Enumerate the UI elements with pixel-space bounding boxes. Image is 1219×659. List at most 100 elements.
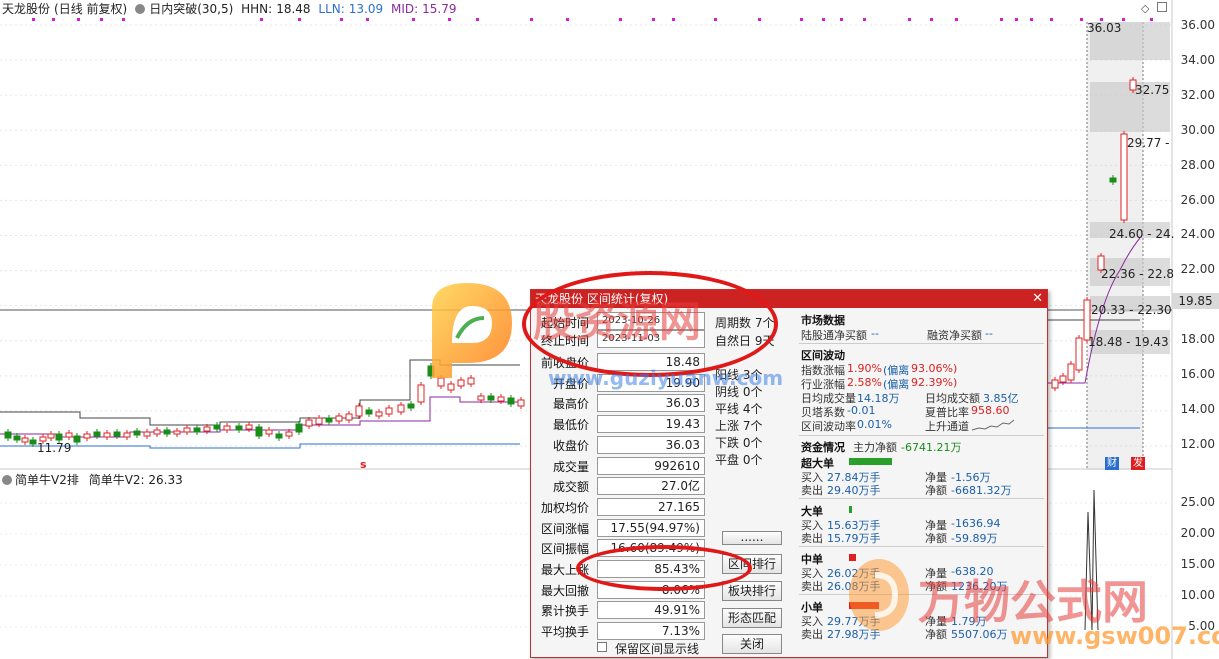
period-stat-item: 平线 4个 bbox=[715, 402, 763, 416]
period-stat-item: 周期数 7个 bbox=[715, 316, 775, 330]
y-axis-label: 26.00 bbox=[1180, 192, 1215, 207]
signal-dot bbox=[412, 18, 415, 21]
tag-cai[interactable]: 财 bbox=[1105, 457, 1119, 470]
dialog-title-bar[interactable]: 天龙股份 区间统计(复权) ✕ bbox=[531, 290, 1047, 308]
candle-body bbox=[255, 426, 263, 437]
signal-dot bbox=[100, 18, 103, 21]
period-stat-item: 阴线 0个 bbox=[715, 385, 763, 399]
diamond-icon[interactable]: ◇ bbox=[1141, 2, 1149, 15]
tag-fa[interactable]: 发 bbox=[1131, 457, 1145, 470]
candle-body bbox=[223, 425, 231, 431]
range-stats-dialog: 天龙股份 区间统计(复权) ✕ 起始时间 2023-10-26 终止时间 202… bbox=[530, 289, 1048, 658]
more-button[interactable]: ...... bbox=[722, 531, 782, 545]
signal-dot bbox=[298, 18, 301, 21]
divider bbox=[799, 435, 1044, 436]
margin-value: -- bbox=[985, 327, 993, 340]
signal-dot bbox=[822, 18, 825, 21]
channel-trend-icon bbox=[971, 419, 1015, 431]
close-button[interactable]: 关闭 bbox=[722, 634, 782, 654]
volatility-title: 区间波动 bbox=[801, 349, 845, 362]
signal-dot bbox=[530, 18, 533, 21]
candle-body bbox=[73, 435, 81, 443]
candle-body bbox=[497, 396, 505, 402]
divider bbox=[799, 594, 1044, 595]
margin-label: 融资净买额 bbox=[927, 329, 982, 342]
candle-body bbox=[477, 395, 485, 401]
candle-body bbox=[305, 419, 313, 427]
y-axis-label: 34.00 bbox=[1180, 52, 1215, 67]
lower-toggle-icon[interactable] bbox=[2, 475, 12, 485]
indicator-toggle-icon[interactable] bbox=[135, 4, 146, 14]
signal-dot bbox=[758, 18, 761, 21]
signal-dot bbox=[863, 18, 866, 21]
candle-body bbox=[47, 433, 55, 439]
sell-label: 卖出 bbox=[801, 532, 823, 545]
stock-name: 天龙股份 bbox=[2, 2, 51, 16]
stat-field-label: 成交量 bbox=[552, 459, 589, 474]
net-amt-value: -59.89万 bbox=[951, 532, 998, 545]
candle-body bbox=[295, 423, 303, 433]
y-axis-label: 16.00 bbox=[1180, 367, 1215, 381]
stat-field-value: 19.43 bbox=[597, 415, 705, 434]
y-axis-lower-label: 25.00 bbox=[1180, 495, 1215, 509]
signal-dot bbox=[955, 18, 958, 21]
keep-line-checkbox[interactable] bbox=[597, 642, 607, 652]
period-stat-item: 上涨 7个 bbox=[715, 419, 763, 433]
candle-body bbox=[417, 384, 425, 403]
stat-field-value: 16.60(89.49%) bbox=[597, 539, 705, 558]
stat-field-value: 49.91% bbox=[597, 601, 705, 620]
signal-dot bbox=[566, 18, 569, 21]
candle-body bbox=[385, 407, 393, 415]
fund-group-bar bbox=[849, 458, 892, 465]
lower-series-label: 简单牛V2: bbox=[88, 473, 145, 487]
candle-body bbox=[325, 417, 333, 423]
end-time-field[interactable]: 2023-11-03 bbox=[597, 330, 705, 348]
hhn-value: 18.48 bbox=[276, 2, 311, 16]
indicator-name[interactable]: 日内突破(30,5) bbox=[149, 2, 233, 16]
low-price-label: 11.79 bbox=[37, 441, 72, 455]
dialog-title: 天龙股份 区间统计(复权) bbox=[535, 292, 669, 306]
start-time-label: 起始时间 bbox=[540, 316, 589, 330]
y-axis-label: 18.00 bbox=[1180, 332, 1215, 347]
stat-field-value: 18.48 bbox=[597, 353, 705, 371]
period-label: (日线 前复权) bbox=[54, 2, 128, 16]
lln-value: 13.09 bbox=[348, 2, 384, 16]
candle-body bbox=[193, 427, 201, 433]
candle-body bbox=[365, 409, 373, 415]
pattern-match-button[interactable]: 形态匹配 bbox=[722, 608, 782, 628]
net-amt-label: 净额 bbox=[925, 532, 947, 545]
mid-value: 15.79 bbox=[422, 2, 457, 16]
signal-s-mark: s bbox=[360, 458, 367, 471]
close-icon[interactable]: ✕ bbox=[1032, 290, 1043, 308]
range-rank-button[interactable]: 区间排行 bbox=[722, 554, 782, 574]
stat-field-value: 7.13% bbox=[597, 622, 705, 641]
candle-body bbox=[29, 439, 37, 445]
vol-rate-label: 区间波动率 bbox=[801, 420, 856, 433]
stat-field-label: 加权均价 bbox=[540, 500, 589, 515]
signal-dot bbox=[652, 18, 655, 21]
candle-body bbox=[1083, 299, 1091, 341]
maximize-icon[interactable] bbox=[1157, 2, 1167, 12]
chart-header: 天龙股份 (日线 前复权) 日内突破(30,5) HHN: 18.48 LLN: 13.… bbox=[2, 0, 461, 18]
sector-rank-button[interactable]: 板块排行 bbox=[722, 581, 782, 601]
candle-body bbox=[203, 426, 211, 432]
signal-dot bbox=[619, 18, 622, 21]
candle-body bbox=[487, 395, 495, 401]
candle-body bbox=[1109, 177, 1117, 183]
stats-right-panel: 市场数据 陆股通净买额 -- 融资净买额 -- 区间波动 指数涨幅 1.90% … bbox=[799, 310, 1044, 655]
keep-line-label: 保留区间显示线 bbox=[615, 642, 700, 656]
ind-dev-value: 92.39%) bbox=[911, 376, 958, 389]
stat-field-label: 最大回撤 bbox=[540, 583, 589, 598]
period-stat-item: 自然日 9天 bbox=[715, 334, 775, 348]
lower-indicator-name[interactable]: 简单牛V2排 bbox=[15, 473, 79, 487]
stat-field-label: 区间涨幅 bbox=[540, 521, 589, 536]
sell-label: 卖出 bbox=[801, 580, 823, 593]
start-time-field[interactable]: 2023-10-26 bbox=[597, 312, 705, 330]
beta-value: -0.01 bbox=[847, 404, 876, 417]
stat-field-value: 85.43% bbox=[597, 560, 705, 578]
hk-label: 陆股通净买额 bbox=[801, 329, 867, 342]
candle-body bbox=[153, 429, 161, 435]
price-label-36-03: 36.03 bbox=[1087, 21, 1122, 35]
candle-body bbox=[397, 404, 405, 413]
y-axis-label: 14.00 bbox=[1180, 401, 1215, 416]
